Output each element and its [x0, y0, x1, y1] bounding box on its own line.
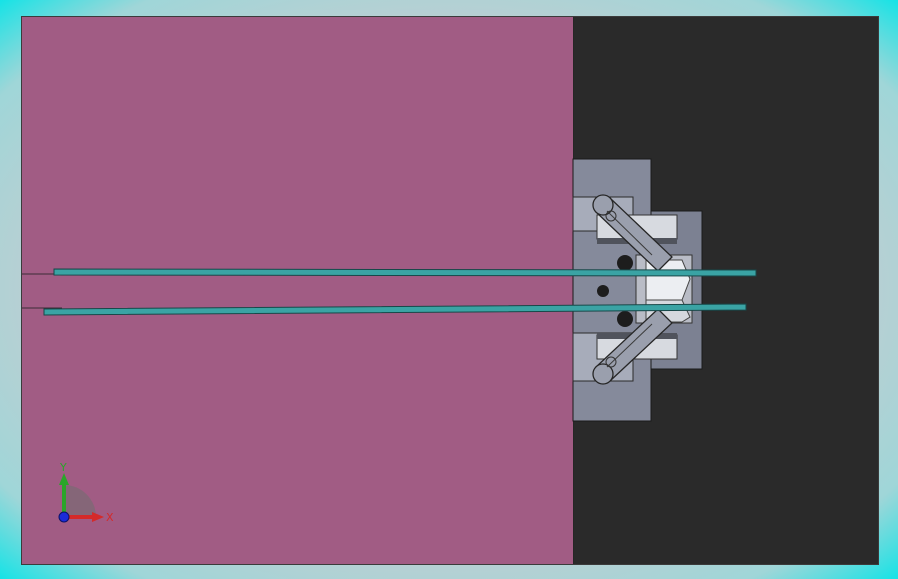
- y-axis-label: Y: [59, 461, 67, 474]
- upper-rod: [53, 268, 757, 277]
- mechanism-assembly[interactable]: [22, 17, 878, 564]
- x-axis-label: X: [106, 511, 114, 524]
- hole-2: [597, 285, 609, 297]
- hole-3: [617, 311, 633, 327]
- graphics-viewport[interactable]: Y X: [21, 16, 879, 565]
- axis-triad-icon: Y X: [58, 461, 114, 524]
- hole-1: [617, 255, 633, 271]
